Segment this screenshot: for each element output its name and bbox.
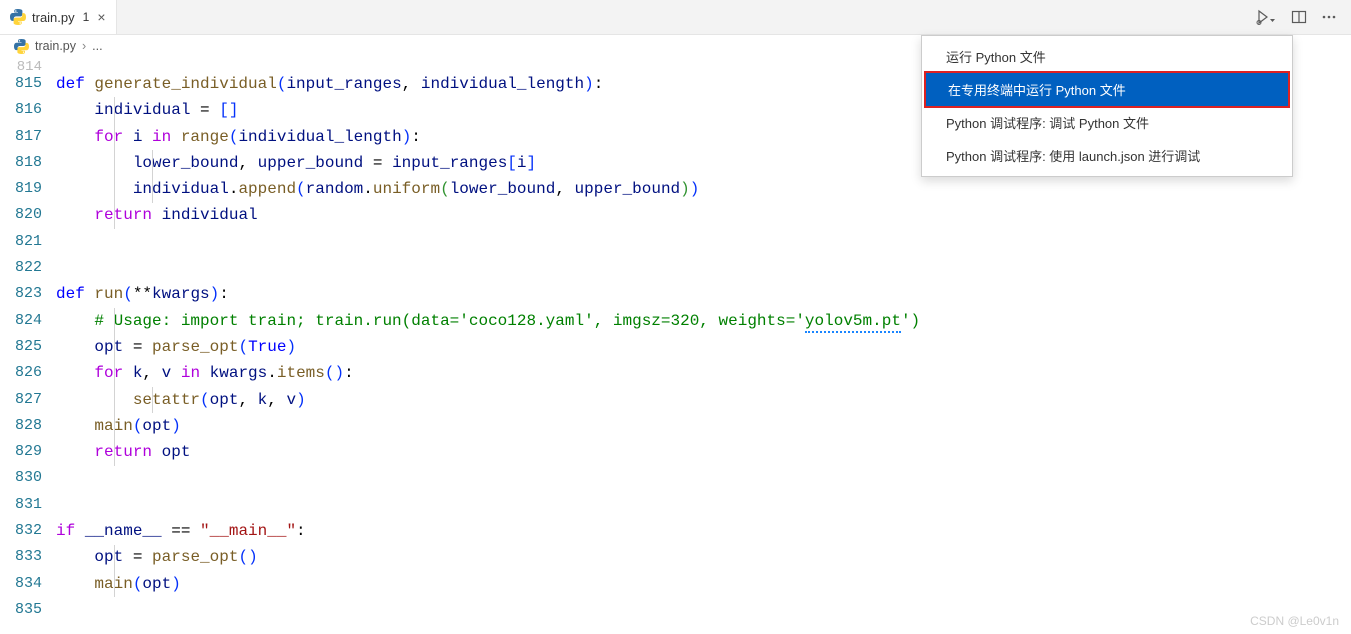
code-line[interactable]: if __name__ == "__main__": [56,518,306,544]
indent-guide [152,387,153,413]
line-number: 833 [0,544,56,570]
code-line[interactable]: lower_bound, upper_bound = input_ranges[… [56,150,536,176]
tab-modified-indicator: 1 [83,10,90,24]
line-number: 820 [0,202,56,228]
python-file-icon [14,39,29,54]
line-number: 830 [0,465,56,491]
line-number: 828 [0,413,56,439]
tab-close-button[interactable]: × [97,9,105,25]
chevron-right-icon: › [82,39,86,53]
python-file-icon [10,9,26,25]
line-number: 819 [0,176,56,202]
code-line[interactable]: for k, v in kwargs.items(): [56,360,354,386]
line-number: 823 [0,281,56,307]
more-actions-icon[interactable] [1321,9,1337,25]
menu-item[interactable]: Python 调试程序: 使用 launch.json 进行调试 [922,139,1292,172]
code-line[interactable]: for i in range(individual_length): [56,124,421,150]
line-number: 832 [0,518,56,544]
line-number: 824 [0,308,56,334]
line-number: 834 [0,571,56,597]
code-line[interactable]: def run(**kwargs): [56,281,229,307]
code-line[interactable]: main(opt) [56,413,181,439]
code-line[interactable]: individual = [] [56,97,238,123]
tab-bar: train.py 1 × [0,0,1351,35]
code-line[interactable]: main(opt) [56,571,181,597]
line-number: 835 [0,597,56,623]
watermark-text: CSDN @Le0v1n [1250,614,1339,628]
line-number: 817 [0,124,56,150]
line-number: 825 [0,334,56,360]
line-number: 816 [0,97,56,123]
indent-guide [114,97,115,229]
tab-train-py[interactable]: train.py 1 × [0,0,117,34]
menu-item[interactable]: 运行 Python 文件 [922,40,1292,73]
run-debug-dropdown-icon[interactable] [1255,9,1277,25]
line-number: 814 [0,57,56,71]
line-number: 822 [0,255,56,281]
menu-item[interactable]: 在专用终端中运行 Python 文件 [924,71,1290,108]
code-line[interactable]: opt = parse_opt(True) [56,334,296,360]
line-number: 827 [0,387,56,413]
code-line[interactable]: opt = parse_opt() [56,544,258,570]
indent-guide [152,150,153,203]
line-number: 821 [0,229,56,255]
breadcrumb-filename: train.py [35,39,76,53]
line-number: 818 [0,150,56,176]
code-line[interactable]: return opt [56,439,190,465]
breadcrumb-ellipsis[interactable]: ... [92,39,102,53]
line-number: 826 [0,360,56,386]
line-number: 829 [0,439,56,465]
tab-filename: train.py [32,10,75,25]
line-number: 815 [0,71,56,97]
menu-item[interactable]: Python 调试程序: 调试 Python 文件 [922,106,1292,139]
tab-actions [1255,9,1351,25]
indent-guide [114,545,115,597]
split-editor-icon[interactable] [1291,9,1307,25]
code-line[interactable]: # Usage: import train; train.run(data='c… [56,308,920,334]
code-line[interactable]: setattr(opt, k, v) [56,387,306,413]
code-line[interactable]: return individual [56,202,258,228]
run-context-menu: 运行 Python 文件在专用终端中运行 Python 文件Python 调试程… [921,35,1293,177]
tabs-container: train.py 1 × [0,0,117,34]
code-line[interactable]: def generate_individual(input_ranges, in… [56,71,603,97]
indent-guide [114,308,115,466]
line-number: 831 [0,492,56,518]
